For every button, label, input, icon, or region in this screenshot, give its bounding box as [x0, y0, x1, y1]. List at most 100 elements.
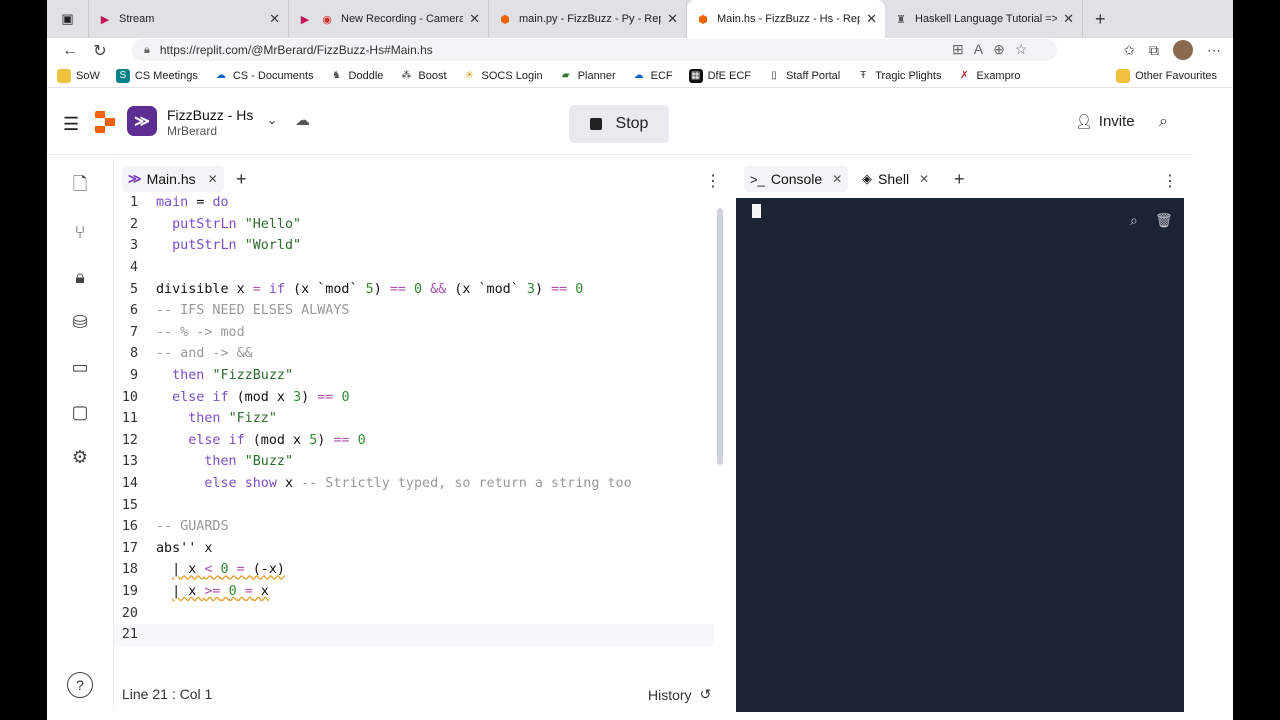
code-line[interactable]: 15 [114, 494, 714, 516]
more-options-icon[interactable]: ⋮ [1162, 171, 1178, 191]
bookmark-tragic-plights[interactable]: Ŧ Tragic Plights [856, 69, 941, 83]
code-line[interactable]: 20 [114, 602, 714, 624]
browser-tab-main-hs[interactable]: ⬢ Main.hs - FizzBuzz - Hs - Repl ✕ [687, 0, 885, 38]
code-line[interactable]: 21 [114, 624, 714, 646]
close-icon[interactable]: ✕ [919, 172, 929, 186]
code-line[interactable]: 18 | x < 0 = (-x) [114, 559, 714, 581]
add-tab-icon[interactable]: + [236, 169, 247, 190]
favorite-star-icon[interactable]: ☆ [1015, 41, 1028, 58]
more-menu-icon[interactable]: ⋯ [1207, 42, 1221, 59]
replit-logo-icon[interactable] [95, 111, 115, 133]
code-area[interactable]: 1 main = do 2 putStrLn "Hello" 3 putStrLn "… [114, 192, 714, 662]
back-icon[interactable]: ← [55, 42, 85, 60]
bookmark-label: CS Meetings [134, 69, 198, 82]
console-output[interactable]: ⌕ 🗑︎ [736, 198, 1184, 712]
chat-icon[interactable]: ▢ [67, 399, 93, 425]
reload-icon[interactable]: ↻ [85, 41, 115, 61]
lock-icon: 🔒︎ [144, 43, 150, 56]
editor-scrollbar[interactable] [717, 208, 723, 465]
close-icon[interactable]: ✕ [1063, 11, 1074, 27]
bookmark-ecf[interactable]: ☁ ECF [632, 69, 673, 83]
invite-label: Invite [1098, 113, 1135, 130]
packages-icon[interactable]: ▭ [67, 354, 93, 380]
code-line[interactable]: 8 -- and -> && [114, 343, 714, 365]
bookmark-exampro[interactable]: ✗ Exampro [957, 69, 1020, 83]
lock-icon[interactable]: 🔒︎ [67, 264, 93, 290]
code-line[interactable]: 7 -- % -> mod [114, 322, 714, 344]
code-line[interactable]: 2 putStrLn "Hello" [114, 214, 714, 236]
close-icon[interactable]: ✕ [208, 172, 218, 186]
browser-tab-title: main.py - FizzBuzz - Py - Repl [519, 13, 662, 25]
code-line[interactable]: 19 | x >= 0 = x [114, 581, 714, 603]
zoom-icon[interactable]: ⊕ [993, 41, 1005, 58]
browser-tab-main-py[interactable]: ⬢ main.py - FizzBuzz - Py - Repl ✕ [489, 0, 687, 38]
browser-tab-recording[interactable]: ▶ ◉ New Recording - Camera ✕ [289, 0, 489, 38]
version-control-icon[interactable]: ⑂ [67, 219, 93, 245]
trash-icon[interactable]: 🗑︎ [1155, 212, 1173, 229]
bookmark-cs-meetings[interactable]: S CS Meetings [115, 68, 198, 83]
line-number: 21 [121, 627, 138, 643]
tab-console[interactable]: >_ Console ✕ [744, 166, 849, 192]
tab-main-hs[interactable]: ≫ Main.hs ✕ [122, 166, 224, 192]
chevron-down-icon[interactable]: ⌄ [267, 113, 277, 127]
search-icon[interactable]: ⌕ [1159, 113, 1168, 131]
code-line[interactable]: 17 abs'' x [114, 538, 714, 560]
files-icon[interactable]: 🗋︎ [67, 174, 93, 200]
line-number: 17 [121, 540, 138, 556]
line-number: 13 [121, 454, 138, 470]
bookmark-doddle[interactable]: ♞ Doddle [330, 69, 383, 83]
collections-icon[interactable]: ⧉ [1149, 42, 1159, 59]
code-line[interactable]: 3 putStrLn "World" [114, 235, 714, 257]
bookmark-sow[interactable]: SoW [57, 68, 100, 83]
bookmark-planner[interactable]: ▰ Planner [559, 69, 616, 83]
close-icon[interactable]: ✕ [469, 11, 480, 27]
code-line[interactable]: 4 [114, 257, 714, 279]
repl-owner[interactable]: MrBerard [167, 124, 217, 138]
code-line[interactable]: 14 else show x -- Strictly typed, so ret… [114, 473, 714, 495]
browser-tab-haskell-tutorial[interactable]: ♜ Haskell Language Tutorial => G ✕ [885, 0, 1083, 38]
close-icon[interactable]: ✕ [269, 11, 280, 27]
apps-icon[interactable]: ⊞ [952, 41, 964, 58]
help-icon[interactable]: ? [67, 672, 93, 698]
code-line[interactable]: 12 else if (mod x 5) == 0 [114, 430, 714, 452]
bookmark-socs-login[interactable]: ✳ SOCS Login [463, 69, 542, 83]
avatar[interactable] [1173, 40, 1193, 60]
code-line[interactable]: 13 then "Buzz" [114, 451, 714, 473]
database-icon[interactable]: ⛁ [67, 309, 93, 335]
bookmark-cs-documents[interactable]: ☁ CS - Documents [214, 69, 314, 83]
url-field[interactable]: 🔒︎ https://replit.com/@MrBerard/FizzBuzz… [132, 39, 1057, 61]
read-aloud-icon[interactable]: A [974, 41, 983, 58]
repl-name[interactable]: FizzBuzz - Hs [167, 107, 253, 123]
settings-gear-icon[interactable]: ⚙ [67, 444, 93, 470]
search-icon[interactable]: ⌕ [1130, 212, 1138, 229]
code-line[interactable]: 11 then "Fizz" [114, 408, 714, 430]
close-icon[interactable]: ✕ [866, 11, 877, 27]
code-line[interactable]: 5 divisible x = if (x `mod` 5) == 0 && (x… [114, 278, 714, 300]
code-line[interactable]: 16 -- GUARDS [114, 516, 714, 538]
code-line[interactable]: 9 then "FizzBuzz" [114, 365, 714, 387]
stop-button[interactable]: Stop [569, 105, 669, 143]
line-code: divisible x = if (x `mod` 5) == 0 && (x … [156, 281, 584, 297]
bookmark-dfe-ecf[interactable]: ▦ DfE ECF [688, 68, 751, 83]
close-icon[interactable]: ✕ [832, 172, 842, 186]
code-line[interactable]: 10 else if (mod x 3) == 0 [114, 386, 714, 408]
code-line[interactable]: 1 main = do [114, 192, 714, 214]
history-button[interactable]: History ↺ [648, 686, 711, 703]
bookmark-boost[interactable]: ⁂ Boost [399, 69, 446, 83]
menu-icon[interactable]: ☰ [63, 114, 79, 135]
line-code: | x >= 0 = x [172, 584, 269, 600]
tab-actions-icon[interactable]: ▣ [47, 0, 89, 38]
bookmark-staff-portal[interactable]: ▯ Staff Portal [767, 69, 840, 83]
browser-tab-stream[interactable]: ▶ Stream ✕ [89, 0, 289, 38]
more-options-icon[interactable]: ⋮ [705, 171, 721, 191]
invite-button[interactable]: 👤︎ Invite [1075, 113, 1135, 130]
add-tab-icon[interactable]: + [954, 169, 965, 190]
bookmark-label: Tragic Plights [875, 69, 942, 82]
tab-shell[interactable]: ◈ Shell ✕ [856, 166, 935, 192]
code-line[interactable]: 6 -- IFS NEED ELSES ALWAYS [114, 300, 714, 322]
new-tab-button[interactable]: + [1095, 9, 1106, 30]
line-number: 16 [121, 519, 138, 535]
close-icon[interactable]: ✕ [667, 11, 678, 27]
bookmark-other-favourites[interactable]: Other Favourites [1116, 69, 1217, 83]
favorites-icon[interactable]: ✩ [1123, 42, 1135, 59]
